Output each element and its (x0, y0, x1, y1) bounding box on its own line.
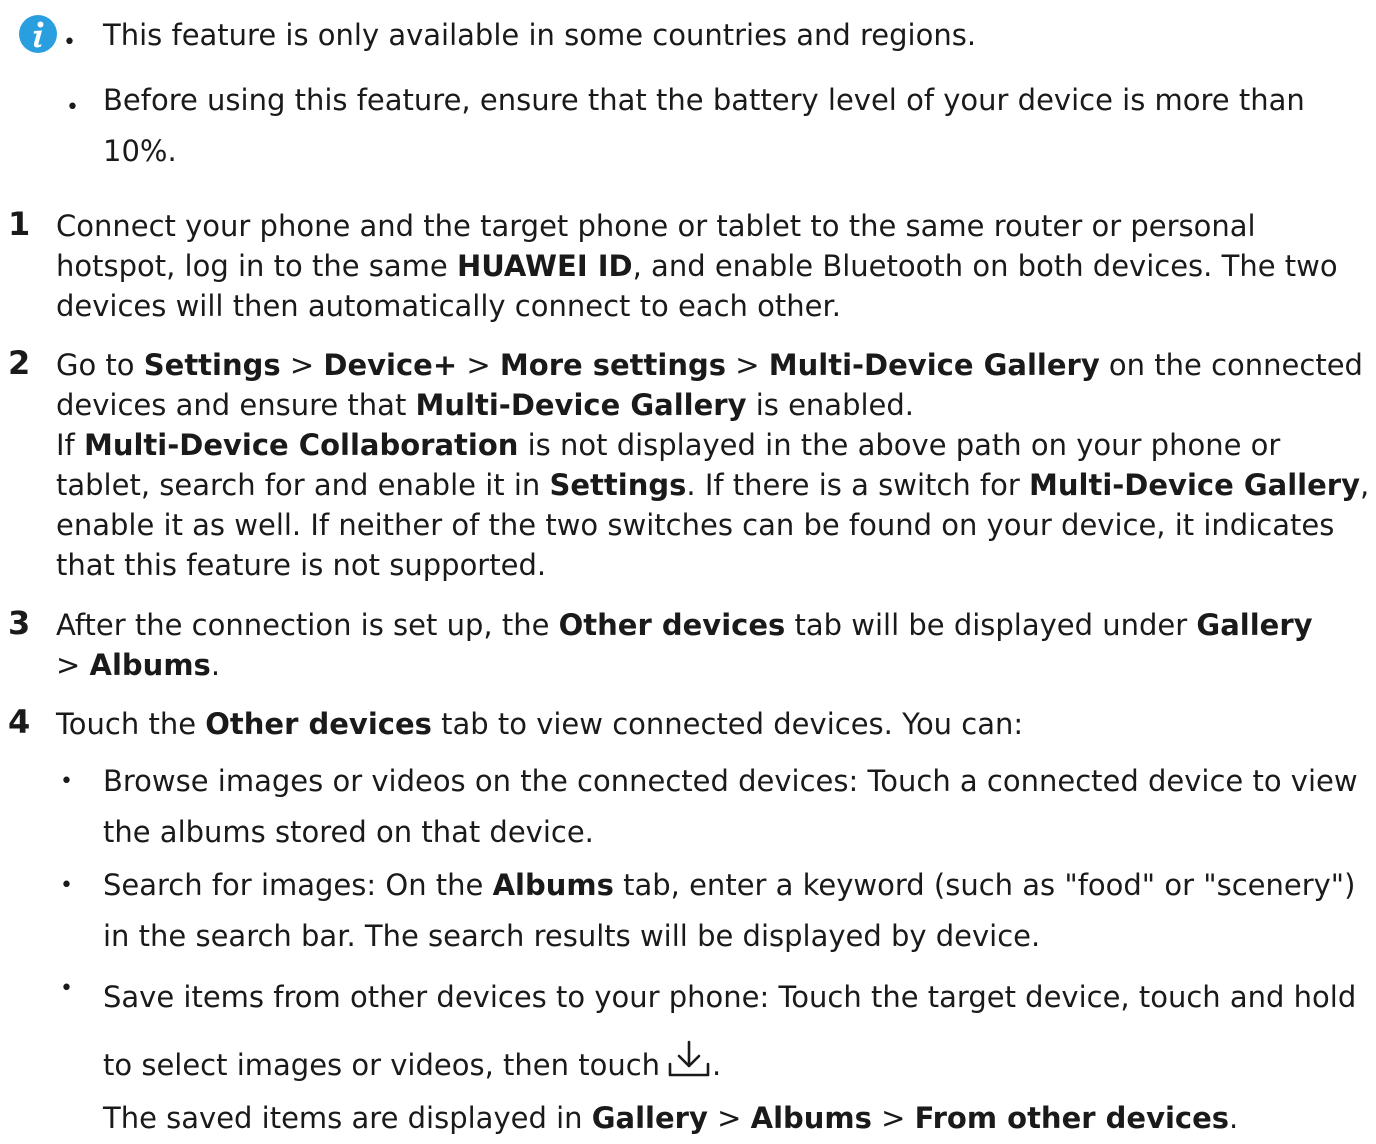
list-item: Browse images or videos on the connected… (103, 756, 1358, 858)
download-icon (668, 1040, 710, 1077)
note-text: This feature is only available in some c… (103, 18, 977, 52)
text-run: . (712, 1048, 722, 1082)
note-bullet: • (66, 95, 79, 120)
bold-term: Gallery (1196, 608, 1313, 642)
step-number: 2 (8, 344, 31, 382)
text-run: > (707, 1101, 751, 1135)
text-run: After the connection is set up, the (56, 608, 559, 642)
bold-term: Other devices (558, 608, 786, 642)
step-text: After the connection is set up, the Othe… (56, 605, 1341, 685)
text-run: > (56, 648, 90, 682)
text-run: > (871, 1101, 915, 1135)
text-run: > (280, 348, 324, 382)
list-bullet: • (60, 769, 73, 794)
bold-term: Multi-Device Collaboration (83, 428, 519, 462)
text-run: Save items from other devices to your ph… (103, 980, 1357, 1082)
bold-term: Settings (549, 468, 687, 502)
note-bullet: • (63, 30, 76, 55)
step-number: 4 (8, 703, 31, 741)
step-number: 3 (8, 604, 31, 642)
text-run: . (1229, 1101, 1239, 1135)
bold-term: Settings (143, 348, 281, 382)
bold-term: Multi-Device Gallery (415, 388, 747, 422)
note-text: Before using this feature, ensure that t… (103, 83, 1305, 168)
text-run: > (726, 348, 769, 382)
bold-term: Albums (492, 868, 614, 902)
bold-term: Gallery (591, 1101, 708, 1135)
text-run: The saved items are displayed in (103, 1101, 592, 1135)
step-text: Go to Settings > Device+ > More settings… (56, 345, 1371, 585)
list-bullet: • (60, 976, 73, 1001)
bold-term: HUAWEI ID (456, 249, 633, 283)
text-run: . (210, 648, 221, 682)
bold-term: Multi-Device Gallery (1029, 468, 1360, 502)
save-note: The saved items are displayed in Gallery… (103, 1093, 1371, 1144)
list-item: Search for images: On the Albums tab, en… (103, 860, 1371, 962)
step-text: Touch the Other devices tab to view conn… (56, 704, 1371, 744)
text-run: If (56, 428, 84, 462)
bold-term: More settings (499, 348, 727, 382)
text-run: Search for images: On the (103, 868, 493, 902)
text-run: is enabled. (746, 388, 915, 422)
info-icon (19, 15, 57, 53)
text-run: . If there is a switch for (686, 468, 1030, 502)
step-number: 1 (8, 205, 31, 243)
bold-term: Device+ (323, 348, 458, 382)
step-text: Connect your phone and the target phone … (56, 206, 1351, 326)
bold-term: Other devices (205, 707, 432, 741)
text-run: tab will be displayed under (785, 608, 1197, 642)
text-run: Touch the (56, 707, 206, 741)
bold-term: Albums (89, 648, 211, 682)
list-bullet: • (60, 873, 73, 898)
bold-term: Albums (750, 1101, 872, 1135)
text-run: Browse images or videos on the connected… (103, 764, 1358, 849)
text-run: Go to (56, 348, 144, 382)
text-run: > (457, 348, 500, 382)
text-run: tab to view connected devices. You can: (431, 707, 1024, 741)
bold-term: Multi-Device Gallery (768, 348, 1100, 382)
list-item: Save items from other devices to your ph… (103, 963, 1371, 1099)
bold-term: From other devices (914, 1101, 1230, 1135)
